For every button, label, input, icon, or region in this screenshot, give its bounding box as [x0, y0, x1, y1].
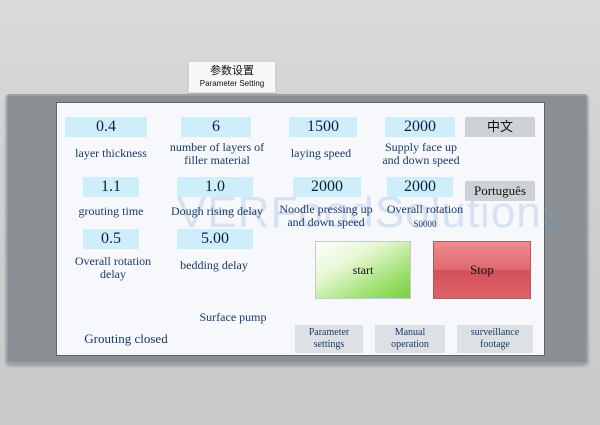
filler-layers-label-line2: filler material [184, 153, 250, 167]
filler-layers-input[interactable]: 6 [181, 117, 251, 137]
noodle-pressing-speed-input[interactable]: 2000 [293, 177, 361, 197]
plate-english-text: Parameter Setting [199, 79, 265, 88]
laying-speed-input[interactable]: 1500 [289, 117, 357, 137]
layer-thickness-label: layer thickness [75, 146, 147, 160]
manual-nav-line1: Manual [394, 327, 426, 338]
plate-chinese-text: 参数设置 [210, 64, 254, 77]
touch-screen: VERFoodSolutions 0.4 layer thickness 6 n… [56, 102, 564, 356]
manual-operation-nav-button[interactable]: Manual operation [375, 325, 445, 353]
start-button[interactable]: start [315, 241, 411, 299]
overall-rotation-delay-label: Overall rotation delay [61, 255, 165, 281]
noodle-pressing-label-line1: Noodle pressing up [279, 202, 373, 216]
rotation-delay-label-line2: delay [100, 267, 126, 281]
grouting-time-label: grouting time [78, 204, 144, 218]
parameter-settings-nav-button[interactable]: Parameter settings [295, 325, 363, 353]
supply-face-speed-label: Supply face up and down speed [373, 141, 469, 167]
surv-nav-line2: footage [480, 339, 510, 350]
bedding-delay-input[interactable]: 5.00 [177, 229, 253, 249]
grouting-status: Grouting closed [84, 331, 168, 346]
supply-face-speed-input[interactable]: 2000 [385, 117, 455, 137]
parameter-setting-plate: 参数设置 Parameter Setting [188, 61, 276, 93]
surv-nav-line1: surveillance [470, 327, 520, 338]
laying-speed-label: laying speed [290, 146, 352, 160]
supply-face-label-line2: and down speed [382, 153, 460, 167]
grouting-time-input[interactable]: 1.1 [83, 177, 139, 197]
filler-layers-label: number of layers of filler material [161, 141, 273, 167]
chinese-language-button[interactable]: 中文 [465, 117, 535, 137]
overall-rotation-sub: S0000 [413, 219, 437, 229]
param-nav-line1: Parameter [308, 327, 350, 338]
portuguese-language-button[interactable]: Português [465, 181, 535, 201]
overall-rotation-delay-input[interactable]: 0.5 [83, 229, 139, 249]
manual-nav-line2: operation [391, 339, 429, 350]
dough-rising-delay-label: Dough rising delay [171, 204, 263, 218]
layer-thickness-input[interactable]: 0.4 [65, 117, 147, 137]
overall-rotation-input[interactable]: 2000 [387, 177, 453, 197]
surveillance-footage-nav-button[interactable]: surveillance footage [457, 325, 533, 353]
noodle-pressing-label-line2: and down speed [287, 215, 365, 229]
stop-button[interactable]: Stop [433, 241, 531, 299]
screen-bezel: VERFoodSolutions 0.4 layer thickness 6 n… [6, 94, 588, 364]
rotation-delay-label-line1: Overall rotation [74, 254, 152, 268]
param-nav-line2: settings [313, 339, 345, 350]
surface-pump-status: Surface pump [199, 310, 267, 324]
bedding-delay-label: bedding delay [180, 258, 248, 272]
noodle-pressing-speed-label: Noodle pressing up and down speed [271, 203, 381, 229]
supply-face-label-line1: Supply face up [385, 140, 457, 154]
overall-rotation-label: Overall rotation [386, 202, 464, 216]
dough-rising-delay-input[interactable]: 1.0 [177, 177, 253, 197]
filler-layers-label-line1: number of layers of [169, 140, 265, 154]
